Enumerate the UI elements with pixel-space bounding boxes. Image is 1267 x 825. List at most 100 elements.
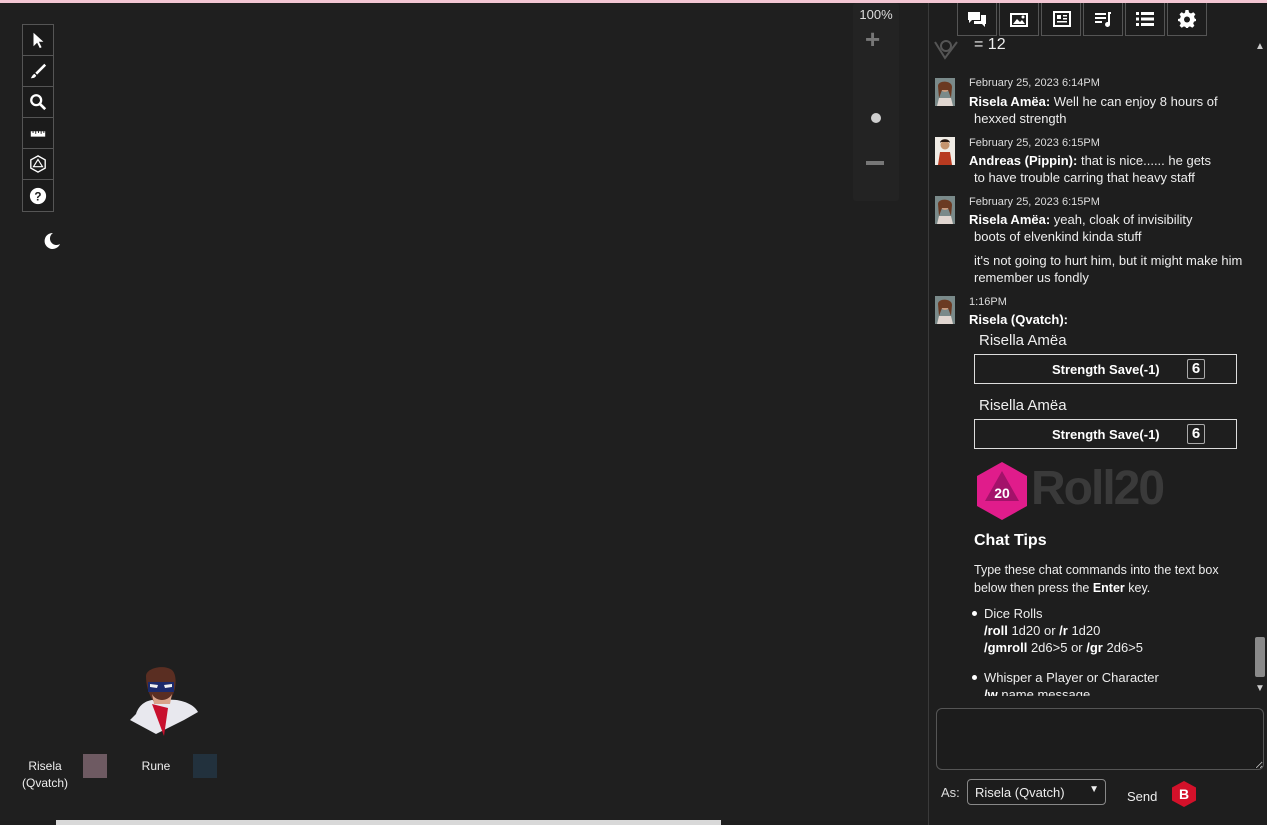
taskbar-strip <box>56 820 721 825</box>
roll20-logo-text: Roll20 <box>1031 462 1165 515</box>
chat-bubbles-icon <box>968 12 986 27</box>
risela-avatar-icon <box>935 196 955 224</box>
roll20-logo: 20 Roll20 <box>975 461 1185 521</box>
tips-intro-end: key. <box>1124 581 1151 595</box>
draw-tool-button[interactable] <box>23 56 53 87</box>
jukebox-tab[interactable] <box>1083 3 1123 36</box>
zoom-level: 100% <box>859 7 893 22</box>
journal-tab[interactable] <box>1041 3 1081 36</box>
tip-arg: 2d6>5 or <box>1027 640 1087 655</box>
tip-cmd: /r <box>1059 623 1068 638</box>
risela-avatar-icon <box>935 296 955 324</box>
zoom-slider-handle[interactable] <box>871 113 881 123</box>
music-list-icon <box>1095 12 1111 27</box>
chat-scrollbar[interactable]: ▲ ▼ <box>1253 41 1267 697</box>
message-speaker: Andreas (Pippin): <box>969 153 1078 168</box>
zoom-tool-button[interactable] <box>23 87 53 118</box>
beyond-extension-icon[interactable]: B <box>1171 780 1197 808</box>
ruler-icon <box>30 131 46 137</box>
scroll-thumb[interactable] <box>1255 637 1265 677</box>
help-tool-button[interactable]: ? <box>23 180 53 211</box>
zoom-control: 100% + <box>853 3 899 201</box>
chat-log[interactable]: = 12 February 25, 2023 6:14PM Risela Amë… <box>929 36 1251 696</box>
brush-icon <box>30 63 47 79</box>
roll-label: Strength Save(-1) <box>1052 427 1160 442</box>
message-body: that is nice...... he gets <box>1080 153 1212 168</box>
message-timestamp: February 25, 2023 6:15PM <box>969 196 1100 208</box>
tip-bullet <box>972 675 977 680</box>
player-name-risela: Risela (Qvatch) <box>22 758 68 792</box>
picture-icon <box>1010 13 1028 27</box>
message-text: Risela (Qvatch): <box>969 311 1249 328</box>
message-body: Well he can enjoy 8 hours of <box>1053 94 1218 109</box>
svg-text:20: 20 <box>994 485 1010 501</box>
tip-heading: Whisper a Player or Character <box>984 670 1159 685</box>
tip-cmd: /gmroll <box>984 640 1028 655</box>
collections-tab[interactable] <box>1125 3 1165 36</box>
chat-input[interactable] <box>936 708 1264 770</box>
moon-icon[interactable] <box>40 230 62 252</box>
tip-whisper: Whisper a Player or Character /w name me… <box>984 669 1244 696</box>
message-extra: it's not going to hurt him, but it might… <box>974 253 1243 285</box>
send-button[interactable]: Send <box>1127 789 1157 804</box>
message-timestamp: February 25, 2023 6:15PM <box>969 137 1100 149</box>
player-color-risela[interactable] <box>83 754 107 778</box>
roll20-d20-icon: 20 <box>977 462 1027 520</box>
scroll-up-arrow-icon[interactable]: ▲ <box>1255 41 1265 52</box>
message-continuation: boots of elvenkind kinda stuff <box>974 229 1142 244</box>
message-text: Risela Amëa: Well he can enjoy 8 hours o… <box>969 93 1249 110</box>
tip-arg: name message <box>997 687 1091 696</box>
roll-value[interactable]: 6 <box>1187 359 1205 379</box>
tips-intro: Type these chat commands into the text b… <box>974 561 1249 597</box>
message-speaker: Risela (Qvatch): <box>969 312 1068 327</box>
message-body: yeah, cloak of invisibility <box>1053 212 1193 227</box>
partial-roll-result: = 12 <box>974 36 1006 54</box>
message-text: Andreas (Pippin): that is nice...... he … <box>969 152 1249 169</box>
message-continuation: hexxed strength <box>974 111 1067 126</box>
settings-tab[interactable] <box>1167 3 1207 36</box>
chat-tab[interactable] <box>957 3 997 36</box>
message-continuation: to have trouble carring that heavy staff <box>974 170 1195 185</box>
roll-character-name: Risella Amëa <box>979 332 1067 349</box>
roll-value[interactable]: 6 <box>1187 424 1205 444</box>
risela-avatar-icon <box>935 78 955 106</box>
roll-result-box[interactable]: Strength Save(-1) 6 <box>974 354 1237 384</box>
player-name-risela-text: Risela (Qvatch) <box>22 759 69 790</box>
select-tool-button[interactable] <box>23 25 53 56</box>
measure-tool-button[interactable] <box>23 118 53 149</box>
message-text: Risela Amëa: yeah, cloak of invisibility <box>969 211 1249 228</box>
tip-heading: Dice Rolls <box>984 606 1043 621</box>
tip-cmd: /gr <box>1086 640 1103 655</box>
list-icon <box>1136 12 1154 26</box>
chevron-down-icon: ▼ <box>1089 784 1099 795</box>
sidebar-tabs <box>957 3 1209 36</box>
tip-dice-rolls: Dice Rolls /roll 1d20 or /r 1d20 /gmroll… <box>984 605 1244 656</box>
tip-arg: 1d20 <box>1067 623 1101 638</box>
roll-character-name: Risella Amëa <box>979 397 1067 414</box>
player-avatar-image[interactable] <box>128 664 200 736</box>
player-color-rune[interactable] <box>193 754 217 778</box>
roll-result-box[interactable]: Strength Save(-1) 6 <box>974 419 1237 449</box>
zoom-in-button[interactable]: + <box>865 26 880 52</box>
speaking-as-select[interactable]: Risela (Qvatch) ▼ <box>967 779 1106 805</box>
tip-command-line: /w name message <box>984 686 1244 696</box>
message-timestamp: 1:16PM <box>969 296 1007 308</box>
scroll-down-arrow-icon[interactable]: ▼ <box>1255 683 1265 694</box>
art-library-tab[interactable] <box>999 3 1039 36</box>
gear-icon <box>1178 10 1196 28</box>
as-label: As: <box>941 785 960 800</box>
dice-roller-icon <box>934 40 958 60</box>
magnifier-icon <box>30 94 47 111</box>
roll-label: Strength Save(-1) <box>1052 362 1160 377</box>
message-speaker: Risela Amëa: <box>969 212 1051 227</box>
tip-command-line: /gmroll 2d6>5 or /gr 2d6>5 <box>984 639 1244 656</box>
question-icon: ? <box>29 187 47 204</box>
sidebar-panel: = 12 February 25, 2023 6:14PM Risela Amë… <box>928 3 1267 825</box>
svg-text:?: ? <box>34 190 41 203</box>
zoom-out-button[interactable] <box>866 161 884 165</box>
tip-bullet <box>972 611 977 616</box>
speaking-as-value: Risela (Qvatch) <box>975 785 1065 800</box>
dice-tool-button[interactable] <box>23 149 53 180</box>
tip-cmd: /w <box>984 687 998 696</box>
message-timestamp: February 25, 2023 6:14PM <box>969 77 1100 89</box>
